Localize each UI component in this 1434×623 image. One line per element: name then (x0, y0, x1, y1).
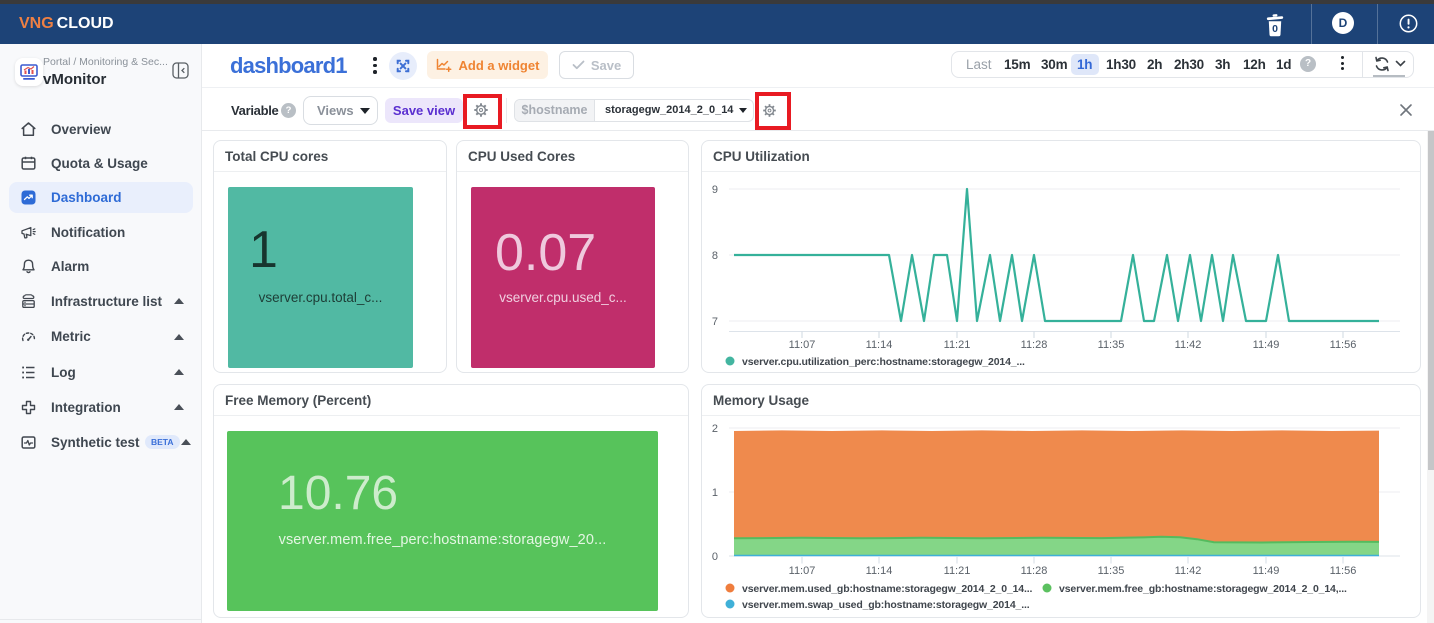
svg-text:11:42: 11:42 (1175, 339, 1202, 351)
svg-text:vserver.mem.swap_used_gb:hostn: vserver.mem.swap_used_gb:hostname:storag… (742, 599, 1030, 611)
svg-text:1: 1 (712, 487, 718, 499)
svg-text:2: 2 (712, 423, 718, 435)
svg-text:9: 9 (712, 184, 718, 196)
svg-text:8: 8 (712, 250, 718, 262)
svg-text:vserver.cpu.utilization_perc:h: vserver.cpu.utilization_perc:hostname:st… (742, 356, 1025, 368)
svg-text:11:42: 11:42 (1175, 565, 1202, 577)
svg-text:11:14: 11:14 (866, 565, 893, 577)
svg-text:11:21: 11:21 (944, 565, 971, 577)
svg-text:11:28: 11:28 (1021, 339, 1048, 351)
svg-text:11:21: 11:21 (944, 339, 971, 351)
svg-text:11:56: 11:56 (1330, 565, 1357, 577)
svg-text:0: 0 (1272, 23, 1278, 35)
svg-text:vserver.mem.used_gb:hostname:s: vserver.mem.used_gb:hostname:storagegw_2… (742, 583, 1033, 595)
svg-text:11:14: 11:14 (866, 339, 893, 351)
svg-text:0: 0 (712, 551, 718, 563)
svg-text:11:07: 11:07 (789, 565, 816, 577)
svg-text:11:07: 11:07 (789, 339, 816, 351)
svg-text:11:49: 11:49 (1253, 339, 1280, 351)
svg-text:11:35: 11:35 (1098, 339, 1125, 351)
svg-text:11:35: 11:35 (1098, 565, 1125, 577)
svg-text:11:49: 11:49 (1253, 565, 1280, 577)
svg-text:7: 7 (712, 316, 718, 328)
svg-text:11:28: 11:28 (1021, 565, 1048, 577)
svg-text:11:56: 11:56 (1330, 339, 1357, 351)
svg-text:vserver.mem.free_gb:hostname:s: vserver.mem.free_gb:hostname:storagegw_2… (1059, 583, 1347, 595)
